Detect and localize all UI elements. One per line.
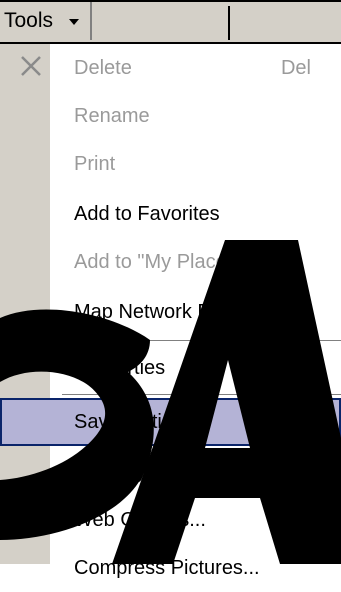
menu-item-compress-pictures[interactable]: Compress Pictures... <box>0 544 341 592</box>
menu-item-label: Rename <box>74 105 150 127</box>
menu-item-label: Print <box>74 153 116 175</box>
menu-item-add-to-my-places[interactable]: Add to "My Places" <box>0 238 341 286</box>
menu-item-label: Add to Favorites <box>74 203 220 225</box>
arrow-cursor-icon <box>245 376 277 428</box>
menu-item-properties[interactable]: Properties <box>0 344 341 392</box>
toolbar: Tools <box>0 0 341 44</box>
menu-item-label: Delete <box>74 57 132 79</box>
menu-item-label: Compress Pictures... <box>74 557 260 579</box>
menu-item-web-options[interactable]: Web Options... <box>0 496 341 544</box>
menu-item-label: Map Network Drive... <box>74 301 261 323</box>
menu-item-label: Web Options... <box>74 509 206 531</box>
chevron-down-icon <box>69 19 79 25</box>
menu-item-label: Security Options... <box>74 461 238 483</box>
tools-dropdown-menu: Delete Del Rename Print Add to Favorites… <box>0 44 341 579</box>
menu-item-security-options[interactable]: Security Options... <box>0 448 341 496</box>
menu-item-label: Properties <box>74 357 166 379</box>
toolbar-blank-button[interactable] <box>92 6 230 40</box>
menu-item-rename[interactable]: Rename <box>0 92 341 140</box>
menu-item-save-options[interactable]: Save Options... <box>0 398 341 446</box>
menu-item-delete[interactable]: Delete Del <box>0 44 341 92</box>
menu-separator <box>62 394 341 395</box>
menu-separator <box>62 340 341 341</box>
menu-item-label: Add to "My Places" <box>74 251 244 273</box>
tools-menu-button[interactable]: Tools <box>0 2 92 40</box>
menu-item-label: Save Options... <box>74 411 211 433</box>
menu-item-shortcut: Del <box>280 57 311 79</box>
close-icon <box>21 56 41 76</box>
tools-menu-label: Tools <box>4 9 54 32</box>
menu-item-map-network-drive[interactable]: Map Network Drive... <box>0 288 341 336</box>
menu-item-add-to-favorites[interactable]: Add to Favorites <box>0 190 341 238</box>
menu-item-print[interactable]: Print <box>0 140 341 188</box>
